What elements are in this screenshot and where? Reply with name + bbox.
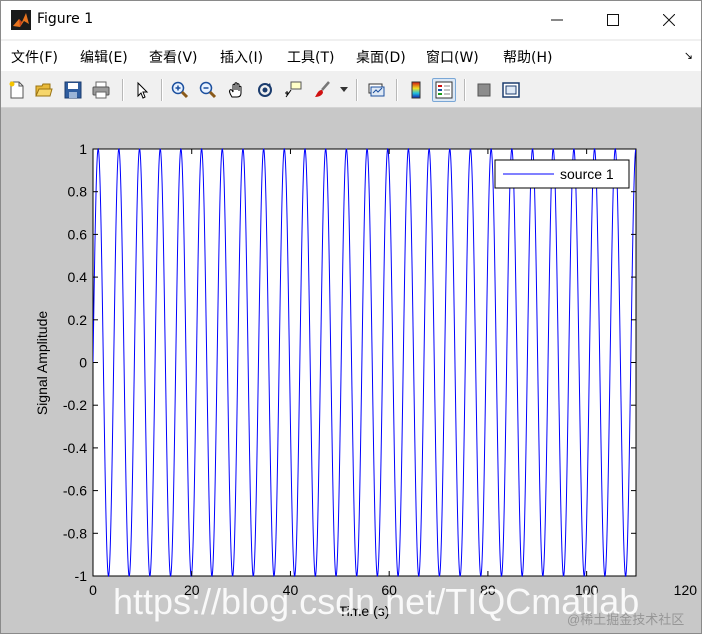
toolbar-separator bbox=[396, 79, 398, 101]
minimize-icon bbox=[551, 19, 563, 21]
menu-window[interactable]: 窗口(W) bbox=[426, 47, 479, 67]
brush-dropdown-button[interactable] bbox=[337, 78, 351, 102]
close-button[interactable] bbox=[642, 1, 696, 39]
menu-edit[interactable]: 编辑(E) bbox=[80, 47, 128, 67]
pan-icon bbox=[229, 82, 242, 98]
menu-view[interactable]: 查看(V) bbox=[149, 47, 198, 67]
new-figure-icon bbox=[9, 81, 24, 99]
link-plot-icon bbox=[368, 83, 385, 97]
legend[interactable]: source 1 bbox=[494, 159, 630, 189]
watermark-url: https://blog.csdn.net/TIQCmatlab bbox=[113, 581, 640, 622]
minimize-button[interactable] bbox=[530, 1, 584, 39]
show-plot-tools-icon bbox=[502, 82, 520, 98]
toolbar-separator bbox=[122, 79, 124, 101]
zoom-in-icon bbox=[171, 81, 189, 99]
title-bar[interactable]: Figure 1 bbox=[1, 1, 701, 39]
data-cursor-icon bbox=[285, 81, 302, 98]
y-tick-label: 0.6 bbox=[68, 226, 88, 242]
y-tick-label: 0.2 bbox=[68, 312, 88, 328]
matlab-icon bbox=[11, 10, 31, 30]
zoom-in-button[interactable] bbox=[168, 78, 192, 102]
zoom-out-icon bbox=[199, 81, 217, 99]
colorbar-icon bbox=[411, 81, 421, 99]
figure-window: Figure 1 文件(F) 编辑(E) 查看(V) 插入(I) 工具(T) 桌… bbox=[0, 0, 702, 634]
plot-figure[interactable]: 0 20 40 60 80 100 12010.80.60.40.20-0.2-0.4-0.… bbox=[1, 108, 701, 633]
y-tick-label: 0.4 bbox=[68, 269, 88, 285]
y-axis-label: Signal Amplitude bbox=[34, 311, 50, 416]
menu-help[interactable]: 帮助(H) bbox=[503, 47, 552, 67]
y-tick-label: -0.2 bbox=[63, 397, 87, 413]
y-tick-label: -1 bbox=[75, 568, 88, 584]
print-button[interactable] bbox=[89, 78, 113, 102]
y-tick-label: 0 bbox=[79, 355, 87, 371]
x-tick-label: 120 bbox=[674, 582, 698, 598]
maximize-icon bbox=[607, 14, 619, 26]
watermark-community: @稀土掘金技术社区 bbox=[567, 612, 685, 627]
hide-plot-tools-button[interactable] bbox=[472, 78, 496, 102]
toolbar-separator bbox=[161, 79, 163, 101]
maximize-button[interactable] bbox=[586, 1, 640, 39]
menu-bar: 文件(F) 编辑(E) 查看(V) 插入(I) 工具(T) 桌面(D) 窗口(W… bbox=[1, 41, 701, 71]
menu-file[interactable]: 文件(F) bbox=[11, 47, 58, 67]
legend-entry-label: source 1 bbox=[560, 166, 614, 182]
x-tick-label: 0 bbox=[89, 582, 97, 598]
close-icon bbox=[663, 14, 675, 26]
rotate-3d-icon bbox=[258, 83, 272, 97]
y-tick-label: 1 bbox=[79, 141, 87, 157]
colorbar-button[interactable] bbox=[404, 78, 428, 102]
y-tick-label: -0.8 bbox=[63, 525, 87, 541]
zoom-out-button[interactable] bbox=[196, 78, 220, 102]
show-plot-tools-button[interactable] bbox=[499, 78, 523, 102]
figure-canvas: 0 20 40 60 80 100 120 1 0.8 0.6 0.4 0.2 0 -0.2 -0.4 -0.… bbox=[1, 108, 701, 633]
toolbar-separator bbox=[356, 79, 358, 101]
menu-overflow-arrow-icon[interactable]: ↘ bbox=[684, 49, 693, 62]
y-tick-label: 0.8 bbox=[68, 184, 88, 200]
toolbar-separator bbox=[464, 79, 466, 101]
brush-button[interactable] bbox=[311, 78, 335, 102]
save-button[interactable] bbox=[61, 78, 85, 102]
print-icon bbox=[92, 81, 110, 99]
pan-button[interactable] bbox=[224, 78, 248, 102]
y-tick-label: -0.6 bbox=[63, 483, 87, 499]
window-title: Figure 1 bbox=[37, 11, 94, 27]
save-icon bbox=[64, 81, 82, 99]
edit-plot-button[interactable] bbox=[130, 78, 154, 102]
legend-icon bbox=[435, 81, 453, 99]
link-plot-button[interactable] bbox=[364, 78, 388, 102]
pointer-icon bbox=[137, 81, 149, 99]
open-file-button[interactable] bbox=[32, 78, 56, 102]
hide-plot-tools-icon bbox=[477, 83, 491, 97]
chevron-down-icon bbox=[340, 87, 348, 92]
new-figure-button[interactable] bbox=[5, 78, 29, 102]
figure-toolbar bbox=[1, 73, 701, 108]
menu-desktop[interactable]: 桌面(D) bbox=[356, 47, 406, 67]
y-tick-label: -0.4 bbox=[63, 440, 87, 456]
menu-tools[interactable]: 工具(T) bbox=[287, 47, 334, 67]
rotate-3d-button[interactable] bbox=[253, 78, 277, 102]
menu-insert[interactable]: 插入(I) bbox=[220, 47, 263, 67]
brush-icon bbox=[315, 81, 330, 97]
data-cursor-button[interactable] bbox=[281, 78, 305, 102]
legend-button[interactable] bbox=[432, 78, 456, 102]
open-file-icon bbox=[35, 83, 53, 97]
